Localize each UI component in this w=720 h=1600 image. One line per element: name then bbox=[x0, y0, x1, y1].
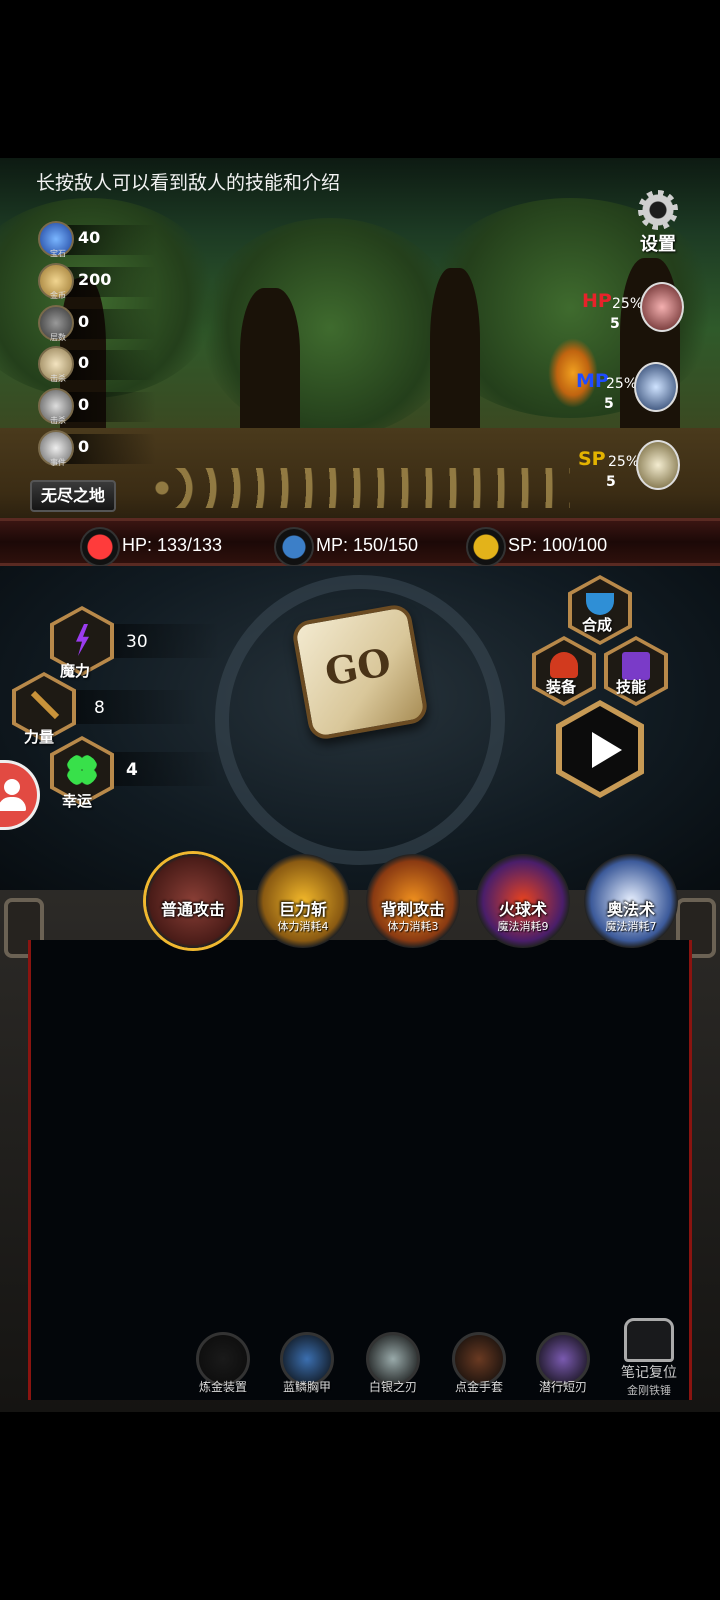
hp-potion[interactable]: HP 25% 5 bbox=[582, 282, 692, 342]
settings-button[interactable]: 设置 bbox=[630, 190, 686, 255]
skull-icon: 击杀 bbox=[38, 388, 74, 425]
equip-name: 点金手套 bbox=[454, 1380, 503, 1394]
skill-name: 普通攻击 bbox=[160, 900, 225, 919]
face-count: 0 bbox=[78, 353, 90, 372]
hint-text: 长按敌人可以看到敌人的技能和介绍 bbox=[36, 173, 341, 194]
sp-potion-label: SP bbox=[578, 448, 606, 470]
sp-potion[interactable]: SP 25% 5 bbox=[578, 440, 688, 500]
resource-skull: 击杀 0 bbox=[38, 388, 156, 425]
dice-text: GO bbox=[321, 638, 395, 695]
mp-potion-icon bbox=[634, 362, 678, 412]
skill-cost: 体力消耗3 bbox=[387, 920, 439, 933]
skill-fireball[interactable]: 火球术 魔法消耗9 bbox=[476, 854, 570, 948]
magic-value: 30 bbox=[126, 632, 148, 652]
hp-potion-count: 5 bbox=[610, 316, 620, 332]
skill-cost: 魔法消耗9 bbox=[497, 920, 549, 933]
tree-trunk bbox=[240, 288, 300, 448]
hp-potion-label: HP bbox=[582, 290, 612, 312]
mp-potion-count: 5 bbox=[604, 396, 614, 412]
equip-gold-glove[interactable]: 点金手套 bbox=[444, 1332, 514, 1398]
note-reset-button[interactable]: 笔记复位 金刚铁锤 bbox=[614, 1318, 684, 1397]
settings-label: 设置 bbox=[640, 234, 676, 255]
note-reset-label: 笔记复位 bbox=[621, 1365, 677, 1381]
resource-gem: 宝石 40 bbox=[38, 221, 156, 258]
craft-label: 合成 bbox=[582, 616, 613, 634]
skill-normal-attack[interactable]: 普通攻击 bbox=[146, 854, 240, 948]
sword-icon bbox=[30, 690, 60, 720]
hp-potion-pct: 25% bbox=[612, 296, 644, 312]
sp-value: SP: 100/100 bbox=[508, 535, 608, 555]
face-icon: 击杀 bbox=[38, 346, 74, 383]
battle-log[interactable] bbox=[28, 940, 692, 1400]
strength-value: 8 bbox=[94, 698, 105, 718]
skill-name: 火球术 bbox=[498, 900, 547, 919]
helmet-icon bbox=[550, 652, 578, 678]
skull-count: 0 bbox=[78, 395, 90, 414]
magic-label: 魔力 bbox=[60, 662, 91, 680]
hp-value: HP: 133/133 bbox=[122, 535, 223, 555]
stat-bar: HP: 133/133 MP: 150/150 SP: 100/100 bbox=[0, 518, 720, 567]
mortar-icon bbox=[586, 593, 614, 615]
mana-boot-icon bbox=[274, 527, 314, 567]
equip-name: 白银之刃 bbox=[368, 1380, 417, 1394]
stone-icon: 层数 bbox=[38, 305, 74, 342]
equip-stealth-dagger[interactable]: 潜行短刃 bbox=[528, 1332, 598, 1398]
resource-mask: 事件 0 bbox=[38, 430, 156, 467]
strength-icon bbox=[466, 527, 506, 567]
mask-icon: 事件 bbox=[38, 430, 74, 467]
floor-count: 0 bbox=[78, 312, 90, 331]
mp-potion[interactable]: MP 25% 5 bbox=[576, 362, 686, 422]
skull-pile bbox=[150, 468, 570, 508]
skill-name: 巨力斩 bbox=[278, 900, 327, 919]
resource-floor: 层数 0 bbox=[38, 305, 156, 342]
go-dice-button[interactable]: GO bbox=[290, 602, 430, 742]
sp-potion-count: 5 bbox=[606, 474, 616, 490]
user-icon bbox=[4, 779, 20, 795]
resource-face: 击杀 0 bbox=[38, 346, 156, 383]
skill-name: 奥法术 bbox=[606, 900, 655, 919]
gear-icon bbox=[638, 190, 678, 230]
strength-label: 力量 bbox=[24, 728, 55, 746]
bottom-blank-area bbox=[0, 1412, 720, 1600]
clover-icon bbox=[66, 754, 98, 786]
skill-arcane[interactable]: 奥法术 魔法消耗7 bbox=[584, 854, 678, 948]
lightning-icon bbox=[76, 624, 89, 656]
equip-blue-scale-armor[interactable]: 蓝鳞胸甲 bbox=[272, 1332, 342, 1398]
equip-name: 蓝鳞胸甲 bbox=[282, 1380, 331, 1394]
sp-potion-icon bbox=[636, 440, 680, 490]
tree-canopy bbox=[200, 218, 460, 438]
zone-label[interactable]: 无尽之地 bbox=[30, 480, 116, 512]
skill-backstab[interactable]: 背刺攻击 体力消耗3 bbox=[366, 854, 460, 948]
sp-potion-pct: 25% bbox=[608, 454, 640, 470]
heart-icon bbox=[80, 527, 120, 567]
hp-potion-icon bbox=[640, 282, 684, 332]
equip-silver-blade[interactable]: 白银之刃 bbox=[358, 1332, 428, 1398]
tree-trunk bbox=[430, 268, 480, 448]
skill-power-slash[interactable]: 巨力斩 体力消耗4 bbox=[256, 854, 350, 948]
skill-label: 技能 bbox=[616, 678, 647, 696]
gold-count: 200 bbox=[78, 270, 112, 289]
equip-name: 炼金装置 bbox=[198, 1380, 247, 1394]
equip-label: 装备 bbox=[546, 678, 577, 696]
gem-icon: 宝石 bbox=[38, 221, 74, 258]
skill-cost: 体力消耗4 bbox=[277, 920, 329, 933]
equip-name: 潜行短刃 bbox=[538, 1380, 587, 1394]
hammer-icon bbox=[624, 1318, 674, 1362]
mp-potion-label: MP bbox=[576, 370, 609, 392]
note-reset-sub: 金刚铁锤 bbox=[627, 1384, 671, 1397]
skill-name: 背刺攻击 bbox=[380, 900, 445, 919]
gold-coin-icon: 金币 bbox=[38, 263, 74, 300]
equip-alchemy-device[interactable]: 炼金装置 bbox=[188, 1332, 258, 1398]
mp-potion-pct: 25% bbox=[606, 376, 638, 392]
mp-value: MP: 150/150 bbox=[316, 535, 419, 555]
skill-cost: 魔法消耗7 bbox=[605, 920, 657, 933]
gem-count: 40 bbox=[78, 228, 101, 247]
resource-gold: 金币 200 bbox=[38, 263, 156, 300]
mask-count: 0 bbox=[78, 437, 90, 456]
play-icon bbox=[592, 732, 622, 768]
luck-label: 幸运 bbox=[62, 792, 93, 810]
luck-value: 4 bbox=[126, 760, 138, 780]
